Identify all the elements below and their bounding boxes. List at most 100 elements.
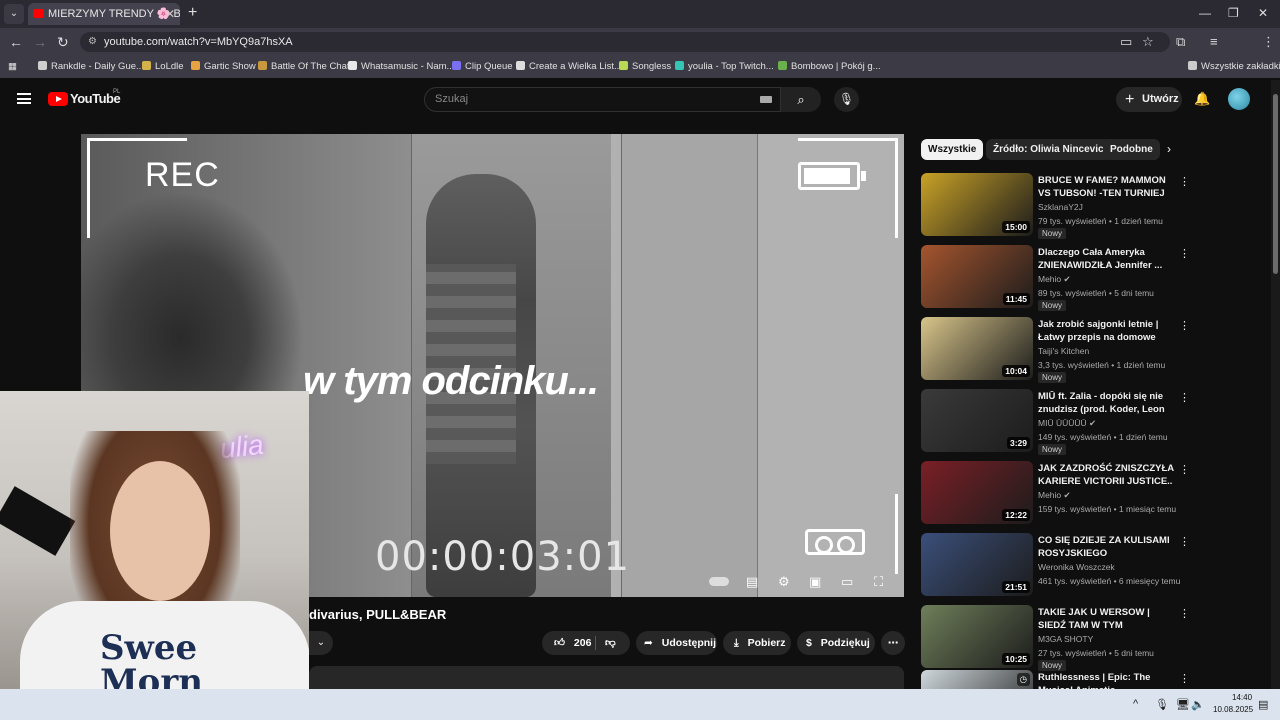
- chip-related[interactable]: Podobne: [1103, 139, 1160, 160]
- recommendation-item[interactable]: 3:29 MIŪ ft. Zalia - dopóki się nie znudz…: [921, 389, 1190, 455]
- more-options-icon[interactable]: ⋮: [1179, 175, 1190, 188]
- all-bookmarks[interactable]: Wszystkie zakładki: [1188, 60, 1280, 74]
- clock-date[interactable]: 10.08.2025: [1213, 705, 1253, 714]
- recommendation-item[interactable]: 12:22 JAK ZAZDROŚĆ ZNISZCZYŁA KARIERE VIC…: [921, 461, 1190, 525]
- recommendation-title[interactable]: BRUCE W FAME? MAMMON VS TUBSON! -TEN TUR…: [1038, 174, 1175, 200]
- video-thumbnail[interactable]: 11:45: [921, 245, 1033, 308]
- recommendation-title[interactable]: Dlaczego Cała Ameryka ZNIENAWIDZIŁA Jenn…: [1038, 246, 1175, 272]
- close-window-icon[interactable]: ✕: [1258, 6, 1268, 20]
- channel-name[interactable]: M3GA SHOTY: [1038, 634, 1093, 644]
- autoplay-toggle[interactable]: [709, 577, 729, 586]
- video-thumbnail[interactable]: 12:22: [921, 461, 1033, 524]
- minimize-icon[interactable]: —: [1199, 6, 1211, 20]
- recommendation-title[interactable]: CO SIĘ DZIEJE ZA KULISAMI ROSYJSKIEGO ŁY…: [1038, 534, 1175, 560]
- close-tab-icon[interactable]: ✕: [165, 3, 175, 25]
- create-button[interactable]: + Utwórz: [1116, 87, 1182, 112]
- more-actions-icon[interactable]: ⋯: [881, 631, 905, 655]
- video-thumbnail[interactable]: 21:51: [921, 533, 1033, 596]
- search-button[interactable]: ⌕: [781, 87, 821, 112]
- more-options-icon[interactable]: ⋮: [1179, 607, 1190, 620]
- video-thumbnail[interactable]: 15:00: [921, 173, 1033, 236]
- more-options-icon[interactable]: ⋮: [1179, 247, 1190, 260]
- channel-name[interactable]: Mehio ✔: [1038, 274, 1071, 285]
- channel-name[interactable]: Taiji's Kitchen: [1038, 346, 1089, 356]
- youtube-logo-icon[interactable]: [48, 92, 68, 106]
- channel-name[interactable]: Mehio ✔: [1038, 490, 1071, 501]
- cast-icon[interactable]: ▭: [1120, 34, 1132, 50]
- microphone-icon[interactable]: 🎙: [1155, 698, 1169, 711]
- apps-icon[interactable]: ▦: [8, 60, 17, 74]
- subtitles-icon[interactable]: ▤: [746, 574, 758, 590]
- like-icon[interactable]: 👍︎: [554, 637, 565, 649]
- clock-time[interactable]: 14:40: [1232, 693, 1252, 702]
- account-avatar[interactable]: [1228, 88, 1250, 110]
- chip-all[interactable]: Wszystkie: [921, 139, 984, 160]
- theater-mode-icon[interactable]: ▭: [841, 574, 853, 590]
- more-options-icon[interactable]: ⋮: [1179, 463, 1190, 476]
- browser-menu-icon[interactable]: ⋮: [1262, 34, 1275, 50]
- reading-list-icon[interactable]: ≡: [1210, 34, 1218, 49]
- back-icon[interactable]: ←: [9, 34, 23, 50]
- chip-source[interactable]: Źródło: Oliwia Nincevic: [986, 139, 1111, 160]
- forward-icon[interactable]: →: [33, 34, 47, 50]
- scrollbar-thumb[interactable]: [1273, 94, 1278, 274]
- bookmark-item[interactable]: Bombowo | Pokój g...: [778, 60, 881, 74]
- video-thumbnail[interactable]: 3:29: [921, 389, 1033, 452]
- thanks-button[interactable]: $ Podziękuj: [797, 631, 875, 655]
- bookmark-item[interactable]: Clip Queue: [452, 60, 513, 74]
- more-options-icon[interactable]: ⋮: [1179, 391, 1190, 404]
- recommendation-title[interactable]: MIŪ ft. Zalia - dopóki się nie znudzisz …: [1038, 390, 1175, 416]
- bookmark-item[interactable]: Rankdle - Daily Gue...: [38, 60, 144, 74]
- maximize-icon[interactable]: ❐: [1228, 6, 1239, 20]
- bookmark-item[interactable]: Whatsamusic - Nam...: [348, 60, 454, 74]
- more-options-icon[interactable]: ⋮: [1179, 672, 1190, 685]
- network-icon[interactable]: 🖥: [1176, 698, 1190, 711]
- fullscreen-icon[interactable]: ⛶: [874, 574, 883, 590]
- bookmark-item[interactable]: youlia - Top Twitch...: [675, 60, 774, 74]
- keyboard-icon[interactable]: [760, 96, 772, 103]
- bookmark-star-icon[interactable]: ☆: [1142, 34, 1154, 50]
- recommendation-item[interactable]: 10:25 TAKIE JAK U WERSOW | SIEDŹ TAM W TY…: [921, 605, 1190, 671]
- search-input[interactable]: Szukaj: [424, 87, 781, 112]
- recommendation-item[interactable]: 21:51 CO SIĘ DZIEJE ZA KULISAMI ROSYJSKIE…: [921, 533, 1190, 597]
- new-tab-icon[interactable]: +: [188, 4, 197, 22]
- chevron-right-icon[interactable]: ›: [1167, 142, 1171, 156]
- voice-search-icon[interactable]: 🎙: [834, 87, 859, 112]
- chevron-down-icon[interactable]: ⌄: [309, 631, 333, 655]
- watch-later-icon[interactable]: ◷: [1016, 673, 1030, 686]
- bookmark-item[interactable]: Gartic Show: [191, 60, 256, 74]
- browser-tab[interactable]: MIERZYMY TRENDY 🌸 Bershka ✕: [28, 3, 180, 25]
- video-thumbnail[interactable]: 10:04: [921, 317, 1033, 380]
- download-button[interactable]: ⤓ Pobierz: [723, 631, 791, 655]
- settings-icon[interactable]: ⚙: [778, 574, 790, 590]
- video-thumbnail[interactable]: 10:25: [921, 605, 1033, 668]
- like-count[interactable]: 206: [574, 637, 592, 649]
- dislike-icon[interactable]: 👎︎: [605, 631, 616, 655]
- more-options-icon[interactable]: ⋮: [1179, 319, 1190, 332]
- notification-center-icon[interactable]: ▤: [1258, 698, 1268, 711]
- recommendation-title[interactable]: JAK ZAZDROŚĆ ZNISZCZYŁA KARIERE VICTORII…: [1038, 462, 1175, 488]
- channel-name[interactable]: MIŪ ŪŪŪŪŪ ✔: [1038, 418, 1096, 429]
- bookmark-item[interactable]: Create a Wielka List...: [516, 60, 622, 74]
- extensions-icon[interactable]: ⧉: [1176, 34, 1185, 50]
- share-button[interactable]: ➦ Udostępnij: [636, 631, 717, 655]
- channel-name[interactable]: Weronika Woszczek: [1038, 562, 1115, 572]
- tray-chevron-icon[interactable]: ^: [1133, 698, 1138, 710]
- scrollbar[interactable]: [1271, 80, 1280, 690]
- channel-name[interactable]: SzklanaY2J: [1038, 202, 1083, 212]
- miniplayer-icon[interactable]: ▣: [809, 574, 821, 590]
- bookmark-item[interactable]: Battle Of The Chat: [258, 60, 350, 74]
- tab-search-icon[interactable]: ⌄: [4, 4, 24, 24]
- notifications-icon[interactable]: 🔔: [1194, 91, 1210, 107]
- more-options-icon[interactable]: ⋮: [1179, 535, 1190, 548]
- site-info-icon[interactable]: ⚙: [88, 32, 97, 52]
- menu-icon[interactable]: [17, 93, 31, 104]
- recommendation-item[interactable]: 11:45 Dlaczego Cała Ameryka ZNIENAWIDZIŁA…: [921, 245, 1190, 311]
- reload-icon[interactable]: ↻: [57, 34, 69, 51]
- recommendation-title[interactable]: TAKIE JAK U WERSOW | SIEDŹ TAM W TYM POZ…: [1038, 606, 1175, 632]
- address-bar[interactable]: ⚙ youtube.com/watch?v=MbYQ9a7hsXA: [80, 32, 1170, 52]
- recommendation-item[interactable]: 10:04 Jak zrobić sajgonki letnie | Łatwy …: [921, 317, 1190, 383]
- recommendation-title[interactable]: Jak zrobić sajgonki letnie | Łatwy przep…: [1038, 318, 1175, 344]
- bookmark-item[interactable]: LoLdle: [142, 60, 184, 74]
- recommendation-item[interactable]: 15:00 BRUCE W FAME? MAMMON VS TUBSON! -TE…: [921, 173, 1190, 239]
